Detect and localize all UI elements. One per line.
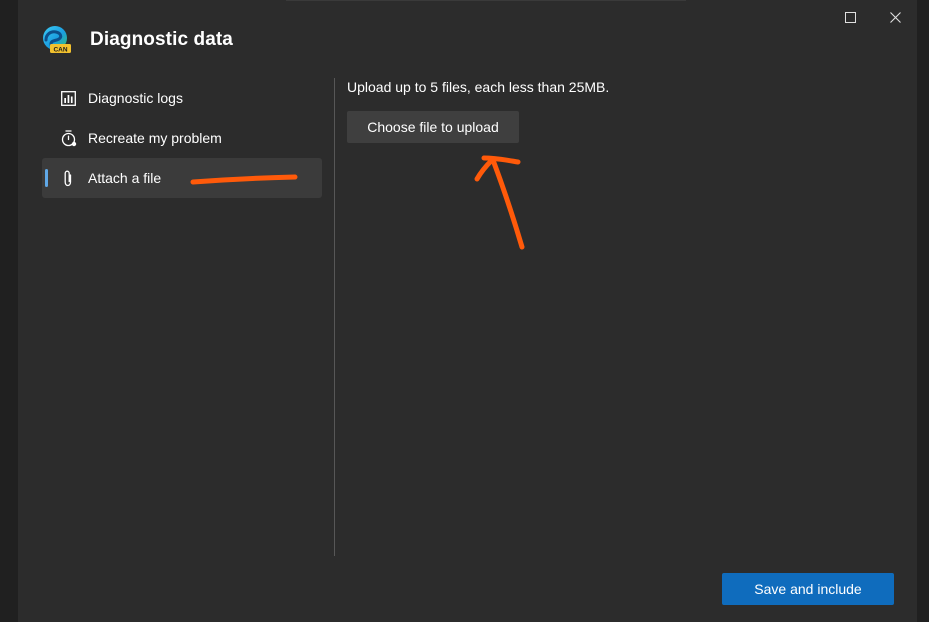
sidebar-item-label: Diagnostic logs — [88, 90, 183, 106]
close-button[interactable] — [875, 4, 915, 30]
paperclip-icon — [59, 169, 77, 187]
maximize-icon — [844, 11, 856, 23]
edge-canary-logo-icon: CAN — [43, 26, 71, 53]
bar-chart-icon — [59, 89, 77, 107]
sidebar-item-label: Recreate my problem — [88, 130, 222, 146]
upload-instruction-text: Upload up to 5 files, each less than 25M… — [347, 79, 610, 95]
maximize-button[interactable] — [830, 4, 870, 30]
sidebar-item-recreate-my-problem[interactable]: Recreate my problem — [42, 118, 322, 158]
choose-file-button[interactable]: Choose file to upload — [347, 111, 519, 143]
sidebar-item-label: Attach a file — [88, 170, 162, 186]
dialog-title: Diagnostic data — [90, 29, 233, 50]
timer-icon — [59, 129, 77, 147]
sidebar-item-diagnostic-logs[interactable]: Diagnostic logs — [42, 78, 322, 118]
top-edge-line — [286, 0, 686, 1]
selected-indicator — [45, 169, 48, 187]
sidebar-nav: Diagnostic logs Recreate my problem Atta… — [42, 78, 322, 198]
close-icon — [889, 11, 901, 23]
logo-badge-text: CAN — [53, 46, 67, 53]
pane-divider — [334, 78, 335, 556]
sidebar-item-attach-a-file[interactable]: Attach a file — [42, 158, 322, 198]
diagnostic-data-dialog: CAN Diagnostic data Diagnostic logs Recr… — [18, 0, 917, 622]
save-and-include-button[interactable]: Save and include — [722, 573, 894, 605]
